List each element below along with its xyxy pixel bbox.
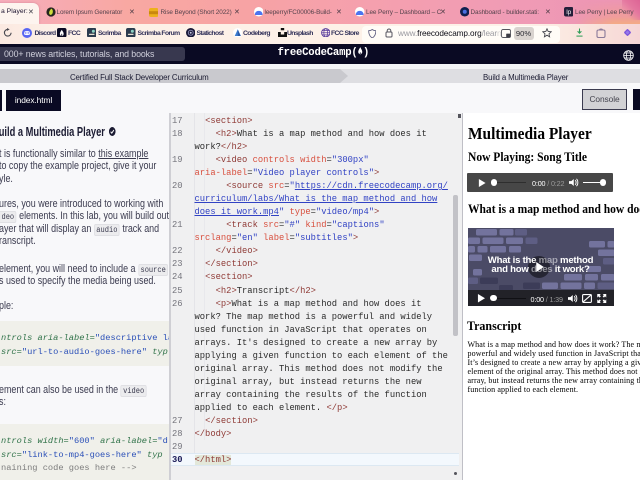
svg-text:lp: lp xyxy=(566,10,571,16)
